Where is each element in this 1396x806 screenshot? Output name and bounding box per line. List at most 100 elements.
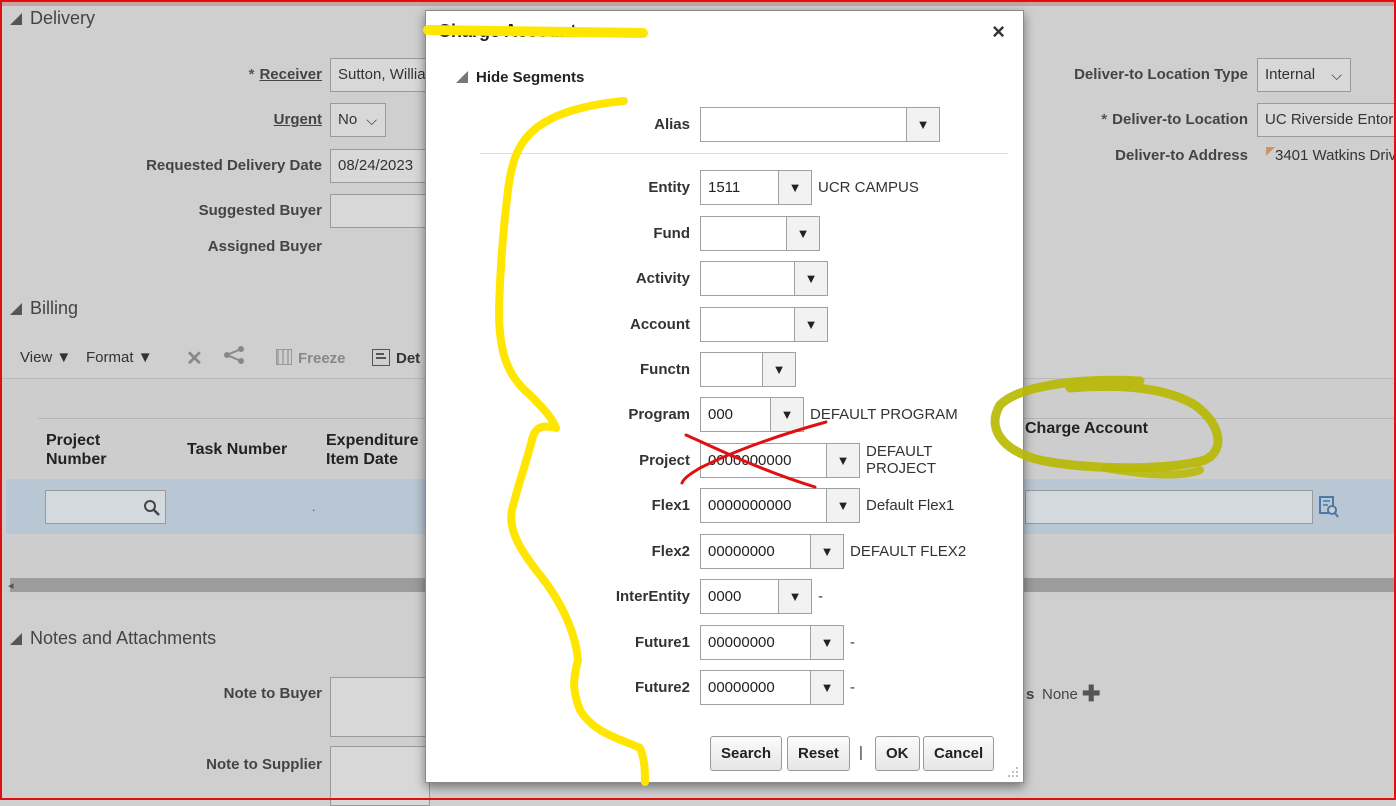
fund-label: Fund	[653, 225, 690, 242]
note-to-supplier-textarea[interactable]	[330, 746, 430, 806]
activity-combobox[interactable]: ▼	[700, 261, 828, 296]
column-header-task-number[interactable]: Task Number	[187, 440, 287, 459]
add-attachment-icon[interactable]: ✚	[1082, 683, 1100, 705]
caret-down-icon[interactable]: ▼	[787, 216, 820, 251]
cancel-button[interactable]: Cancel	[923, 736, 995, 771]
resize-grip-icon[interactable]	[1007, 766, 1019, 778]
caret-down-icon[interactable]: ▼	[779, 579, 812, 614]
project-combobox[interactable]: 0000000000 ▼	[700, 443, 860, 478]
future2-combobox[interactable]: 00000000 ▼	[700, 670, 844, 705]
urgent-label: Urgent	[273, 111, 322, 128]
caret-down-icon[interactable]: ▼	[763, 352, 796, 387]
future1-combobox[interactable]: 00000000 ▼	[700, 625, 844, 660]
caret-down-icon[interactable]: ▼	[779, 170, 812, 205]
future1-input[interactable]: 00000000	[700, 625, 811, 660]
interentity-description: -	[818, 588, 823, 605]
account-input[interactable]	[700, 307, 795, 342]
fund-combobox[interactable]: ▼	[700, 216, 820, 251]
collapse-triangle-icon	[10, 303, 22, 315]
deliver-to-location-field[interactable]: UC Riverside Entor	[1257, 103, 1396, 137]
column-header-project-number[interactable]: Project Number	[46, 431, 106, 469]
notes-section-header[interactable]: Notes and Attachments	[10, 628, 216, 649]
button-separator: |	[859, 744, 863, 761]
caret-down-icon[interactable]: ▼	[907, 107, 940, 142]
program-input[interactable]: 000	[700, 397, 771, 432]
flex1-label: Flex1	[651, 497, 690, 514]
interentity-combobox[interactable]: 0000 ▼	[700, 579, 812, 614]
caret-down-icon: ▼	[137, 349, 153, 366]
interentity-input[interactable]: 0000	[700, 579, 779, 614]
program-combobox[interactable]: 000 ▼	[700, 397, 804, 432]
receiver-field[interactable]: Sutton, Willia	[330, 58, 430, 92]
chevron-down-icon: ⌵	[1331, 67, 1342, 83]
column-header-expenditure-item-date[interactable]: Expenditure Item Date	[326, 431, 418, 469]
alias-label: Alias	[654, 116, 690, 133]
hide-segments-toggle[interactable]: Hide Segments	[456, 69, 584, 86]
attachments-label-partial: s	[1026, 686, 1035, 703]
split-icon[interactable]	[222, 345, 246, 369]
dialog-title: Charge Account	[438, 21, 577, 41]
collapse-triangle-icon	[10, 633, 22, 645]
view-menu[interactable]: View ▼	[20, 349, 71, 366]
requested-delivery-date-field[interactable]: 08/24/2023	[330, 149, 430, 183]
billing-section-header[interactable]: Billing	[10, 298, 78, 319]
search-icon	[144, 500, 160, 516]
charge-account-picker-icon[interactable]	[1319, 496, 1339, 522]
project-input[interactable]: 0000000000	[700, 443, 827, 478]
suggested-buyer-field[interactable]	[330, 194, 430, 228]
caret-down-icon[interactable]: ▼	[811, 670, 844, 705]
format-menu[interactable]: Format ▼	[86, 349, 153, 366]
project-description: DEFAULT PROJECT	[866, 443, 937, 477]
collapse-triangle-icon	[456, 71, 468, 83]
caret-down-icon[interactable]: ▼	[795, 261, 828, 296]
charge-account-input[interactable]	[1025, 490, 1313, 524]
activity-input[interactable]	[700, 261, 795, 296]
functn-input[interactable]	[700, 352, 763, 387]
charge-account-dialog: Charge Account × Hide Segments Alias ▼ E…	[425, 10, 1024, 783]
ok-button[interactable]: OK	[875, 736, 920, 771]
caret-down-icon[interactable]: ▼	[827, 488, 860, 523]
deliver-to-location-type-select[interactable]: Internal ⌵	[1257, 58, 1351, 92]
alias-combobox[interactable]: ▼	[700, 107, 940, 142]
functn-combobox[interactable]: ▼	[700, 352, 796, 387]
delete-icon[interactable]: ✕	[186, 346, 203, 371]
urgent-select[interactable]: No ⌵	[330, 103, 386, 137]
flex2-combobox[interactable]: 00000000 ▼	[700, 534, 844, 569]
row-placeholder-dot: .	[312, 500, 316, 514]
note-to-buyer-textarea[interactable]	[330, 677, 430, 737]
flex1-input[interactable]: 0000000000	[700, 488, 827, 523]
receiver-label: * Receiver	[248, 66, 322, 83]
note-to-buyer-label: Note to Buyer	[223, 685, 322, 702]
attachments-value: None	[1042, 686, 1078, 703]
entity-combobox[interactable]: 1511 ▼	[700, 170, 812, 205]
activity-label: Activity	[635, 270, 690, 287]
future2-description: -	[850, 679, 855, 696]
scroll-left-icon[interactable]: ◂	[8, 579, 14, 592]
alias-input[interactable]	[700, 107, 907, 142]
flex2-input[interactable]: 00000000	[700, 534, 811, 569]
caret-down-icon[interactable]: ▼	[795, 307, 828, 342]
reset-button[interactable]: Reset	[787, 736, 850, 771]
detach-icon	[372, 349, 390, 366]
column-header-charge-account[interactable]: Charge Account	[1025, 420, 1148, 438]
caret-down-icon[interactable]: ▼	[811, 625, 844, 660]
flex2-label: Flex2	[651, 543, 690, 560]
delivery-section-header[interactable]: Delivery	[10, 8, 95, 29]
search-button[interactable]: Search	[710, 736, 783, 771]
flex1-combobox[interactable]: 0000000000 ▼	[700, 488, 860, 523]
caret-down-icon[interactable]: ▼	[827, 443, 860, 478]
account-combobox[interactable]: ▼	[700, 307, 828, 342]
caret-down-icon[interactable]: ▼	[771, 397, 804, 432]
caret-down-icon: ▼	[56, 349, 72, 366]
freeze-button[interactable]: Freeze	[276, 349, 346, 367]
fund-input[interactable]	[700, 216, 787, 251]
future2-input[interactable]: 00000000	[700, 670, 811, 705]
caret-down-icon[interactable]: ▼	[811, 534, 844, 569]
close-icon[interactable]: ×	[992, 19, 1005, 45]
project-number-input[interactable]	[45, 490, 166, 524]
entity-input[interactable]: 1511	[700, 170, 779, 205]
address-marker-icon	[1266, 147, 1275, 156]
future1-description: -	[850, 634, 855, 651]
detach-button[interactable]: Det	[372, 349, 420, 367]
chevron-down-icon: ⌵	[366, 112, 377, 128]
